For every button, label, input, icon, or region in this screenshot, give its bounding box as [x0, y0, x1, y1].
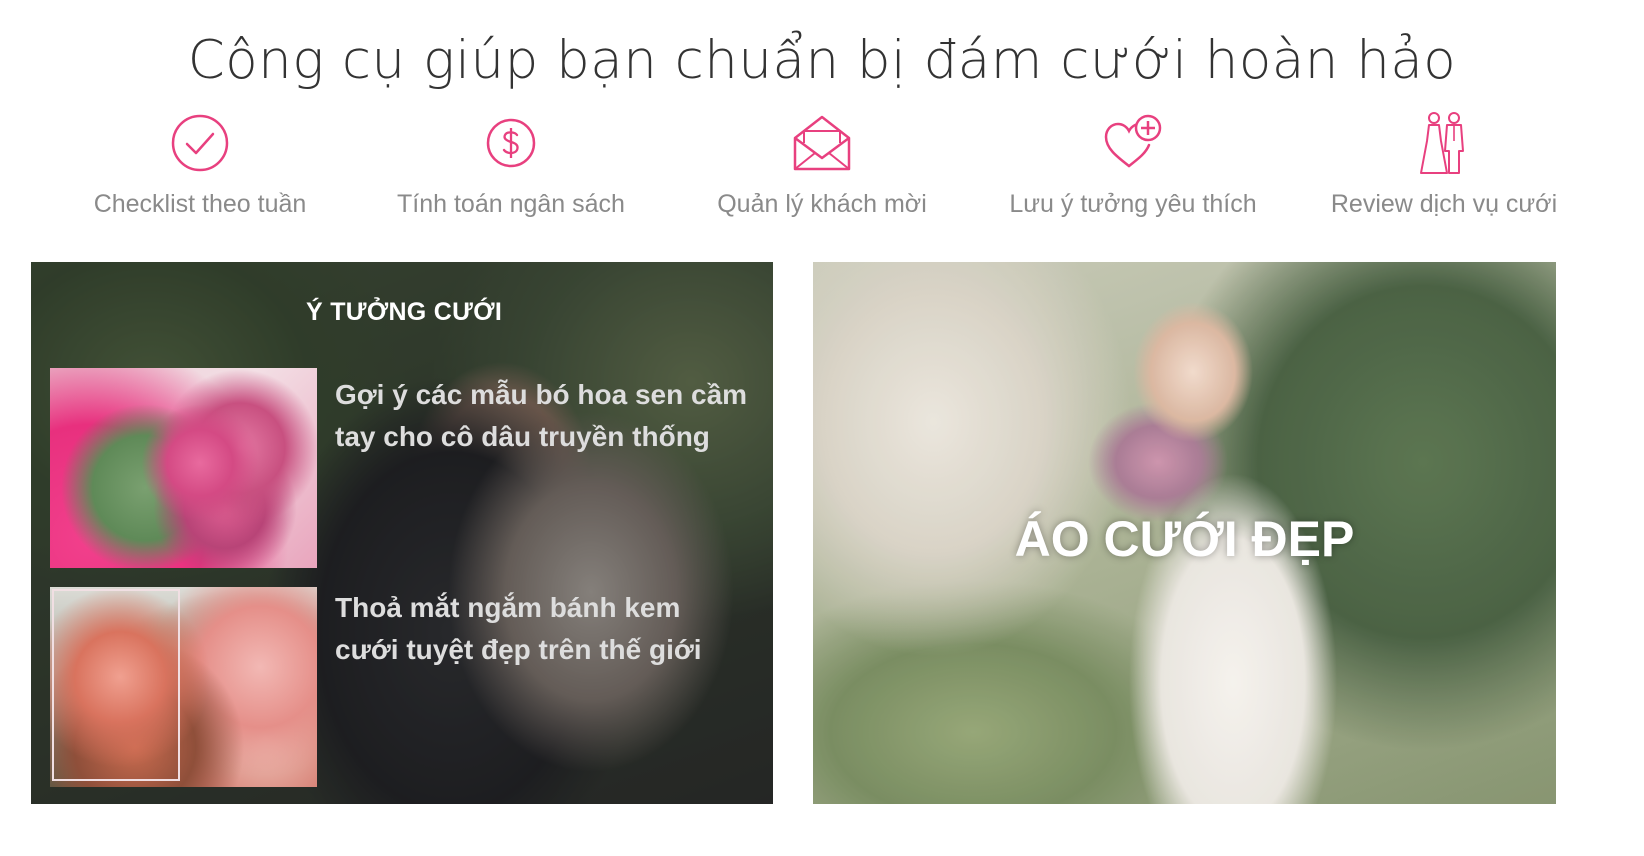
heart-plus-icon	[1100, 110, 1166, 176]
tool-label: Quản lý khách mời	[717, 190, 927, 218]
tool-favorites[interactable]: Lưu ý tưởng yêu thích	[983, 110, 1283, 219]
article-title[interactable]: Gợi ý các mẫu bó hoa sen cầm tay cho cô …	[335, 374, 750, 568]
tool-label: Review dịch vụ cưới	[1330, 190, 1558, 218]
check-circle-icon	[167, 110, 233, 176]
tool-guests[interactable]: Quản lý khách mời	[672, 110, 972, 219]
article-title[interactable]: Thoả mắt ngắm bánh kem cưới tuyệt đẹp tr…	[335, 587, 750, 787]
ideas-card: Ý TƯỞNG CƯỚI Gợi ý các mẫu bó hoa sen cầ…	[31, 262, 773, 804]
tool-checklist[interactable]: Checklist theo tuần	[50, 110, 350, 219]
article-thumbnail[interactable]	[50, 368, 317, 568]
tools-row: Checklist theo tuần Tính toán ngân sách …	[50, 110, 1594, 219]
tool-label: Checklist theo tuần	[93, 190, 307, 218]
thumbnail-frame	[52, 589, 180, 781]
tool-budget[interactable]: Tính toán ngân sách	[361, 110, 661, 219]
dress-card-title[interactable]: ÁO CƯỚI ĐẸP	[813, 510, 1556, 568]
envelope-icon	[789, 110, 855, 176]
bride-groom-icon	[1411, 110, 1477, 176]
dollar-circle-icon	[478, 110, 544, 176]
article-thumbnail[interactable]	[50, 587, 317, 787]
article-lotus-bouquet[interactable]: Gợi ý các mẫu bó hoa sen cầm tay cho cô …	[50, 368, 750, 568]
article-wedding-cakes[interactable]: Thoả mắt ngắm bánh kem cưới tuyệt đẹp tr…	[50, 587, 750, 787]
section-heading[interactable]: Ý TƯỞNG CƯỚI	[306, 298, 502, 327]
page-title: Công cụ giúp bạn chuẩn bị đám cưới hoàn …	[187, 30, 1457, 91]
tool-label: Tính toán ngân sách	[397, 190, 625, 218]
wedding-dress-card[interactable]: ÁO CƯỚI ĐẸP	[813, 262, 1556, 804]
tool-reviews[interactable]: Review dịch vụ cưới	[1294, 110, 1594, 219]
tool-label: Lưu ý tưởng yêu thích	[1009, 190, 1257, 218]
